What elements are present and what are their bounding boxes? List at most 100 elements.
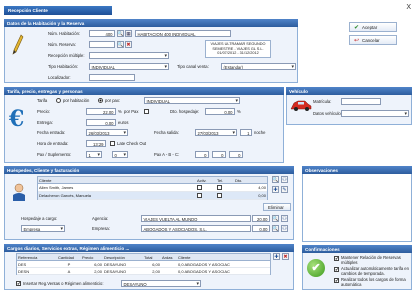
table-row[interactable]: Allen Smith, James 4,00 — [38, 184, 267, 192]
per-pax-checkbox[interactable] — [144, 109, 149, 114]
per-person-label: por pax: — [105, 98, 121, 103]
room-grid-icon[interactable]: ▦ — [125, 30, 132, 37]
plate-input[interactable] — [341, 98, 381, 105]
deposit-input[interactable]: 0,00 — [86, 119, 116, 126]
col-quantity: Cantidad — [58, 254, 75, 260]
insert-charges-checkbox[interactable] — [16, 281, 21, 286]
per-room-radio[interactable] — [56, 98, 61, 103]
col-description: Descripción — [104, 254, 125, 260]
insert-charges-select[interactable]: DESAYUNO — [121, 280, 201, 287]
search-company-icon[interactable]: 🔍 — [272, 225, 279, 232]
nights-input[interactable]: 1 — [240, 129, 252, 136]
pax-select[interactable]: 1 — [86, 151, 102, 158]
guests-table: Cliente Activ. Tel. Dto. Allen Smith, Ja… — [37, 176, 268, 200]
auto-charges-label: Realizar todos los cargos de forma autom… — [341, 277, 406, 287]
pax-c-input[interactable]: 0 — [229, 151, 243, 158]
table-row[interactable]: DESN A 2,00 DESAYUNO 2,00 0,0 ABOGADOS Y… — [17, 268, 270, 275]
pax-b-input[interactable]: 0 — [212, 151, 226, 158]
phone-checkbox[interactable] — [217, 192, 222, 198]
guest-discount: 4,00 — [258, 184, 266, 190]
locator-input[interactable] — [89, 74, 135, 81]
clear-icon[interactable]: ✖ — [125, 41, 132, 48]
vehicle-data-select[interactable] — [341, 110, 409, 117]
guest-to-label: Hospedaje a cargo: — [21, 216, 58, 221]
charge-ref: DESN — [18, 268, 30, 274]
discount-percent: % — [237, 109, 241, 114]
charge-qty: A — [67, 268, 71, 274]
search-icon[interactable]: 🔍 — [117, 30, 124, 37]
per-person-radio[interactable] — [98, 98, 103, 103]
delete-guest-button[interactable]: Eliminar — [263, 203, 291, 211]
pax-a-input[interactable]: 0 — [195, 151, 209, 158]
binoculars-icon[interactable]: ⚇ — [281, 176, 288, 183]
pen-icon — [12, 34, 24, 56]
note-line-3: 01/07/2012 - 31/12/2012 — [217, 51, 259, 55]
company-label: Empresa: — [92, 226, 110, 231]
keep-multi-checkbox[interactable] — [334, 256, 339, 261]
room-type-select[interactable]: INDIVIDUAL — [89, 63, 169, 70]
activity-checkbox[interactable] — [197, 184, 202, 190]
room-no-input[interactable]: 400 — [89, 30, 115, 37]
supplement-select[interactable]: 0 — [112, 151, 128, 158]
pax-abc-label: Pax A - B - C: — [154, 152, 180, 157]
channel-type-select[interactable]: (Estandar) — [221, 63, 296, 70]
add-charge-icon[interactable]: ✚ — [273, 253, 280, 260]
agency-field: VIAJES VUELTA AL MUNDO — [141, 215, 251, 222]
update-rate-checkbox[interactable] — [334, 267, 339, 272]
reservation-label: Núm. Reserva: — [48, 42, 76, 47]
col-total: Total — [144, 254, 153, 260]
room-type-label: Tipo Habitación: — [48, 64, 79, 69]
multi-reception-select[interactable] — [89, 52, 169, 59]
company-binoculars-icon[interactable]: ⚇ — [281, 225, 288, 232]
entry-time-label: Hora de entrada: — [37, 141, 69, 146]
phone-checkbox[interactable] — [217, 184, 222, 190]
guest-to-select[interactable]: Empresa — [21, 225, 65, 232]
charge-price: 2,00 — [94, 268, 102, 274]
col-activity: Activ. — [197, 177, 207, 183]
room-desc-field: HABITACION 400 INDIVIDUAL — [135, 30, 231, 37]
table-row[interactable]: Delacheron Garcés, Manuela 0,00 — [38, 192, 267, 200]
settings-section-header: Confirmaciones — [302, 245, 412, 253]
exit-date-label: Fecha salida: — [154, 130, 179, 135]
entry-time-input[interactable]: 13:29 — [86, 140, 106, 147]
guest-discount: 0,00 — [258, 192, 266, 198]
rate-select[interactable]: INDIVIDUAL — [144, 97, 240, 104]
reservation-note: VIAJES ULTRAMAR SEGUNDO SEMESTRE - VIAJE… — [205, 40, 271, 58]
late-checkout-checkbox[interactable] — [110, 141, 115, 146]
col-price: Precio — [82, 254, 94, 260]
discount-input[interactable]: 0,00 — [205, 108, 235, 115]
add-guest-icon[interactable]: ✚ — [272, 186, 279, 193]
auto-charges-checkbox[interactable] — [334, 278, 339, 283]
delete-charge-icon[interactable]: ✖ — [282, 253, 289, 260]
cancel-icon: ↩ — [354, 37, 360, 44]
charge-client: 0,0 ABOGADOS Y ASOCIAC — [178, 268, 230, 274]
search-guest-icon[interactable]: 🔍 — [272, 176, 279, 183]
charge-ref: DES — [18, 261, 27, 267]
col-client: Cliente — [178, 254, 191, 260]
vehicle-data-label: Datos vehículo: — [313, 111, 342, 116]
price-percent: % — [118, 109, 122, 114]
car-icon — [290, 98, 312, 112]
pax-label: Pax / Suplemento: — [37, 152, 72, 157]
company-pct[interactable]: 0,00 — [252, 225, 270, 232]
entry-date-input[interactable]: 26/03/2013 — [86, 129, 128, 136]
agency-label: Agencia: — [92, 216, 109, 221]
edit-guest-icon[interactable]: ✎ — [281, 186, 288, 193]
observations-panel[interactable] — [302, 166, 412, 242]
cancel-button[interactable]: ↩ Cancelar — [349, 35, 397, 45]
close-icon[interactable]: X — [406, 4, 411, 11]
agency-binoculars-icon[interactable]: ⚇ — [281, 215, 288, 222]
vehicle-section-header: Vehículo — [286, 87, 412, 95]
exit-date-input[interactable]: 27/03/2013 — [195, 129, 237, 136]
agency-pct[interactable]: 20,00 — [252, 215, 270, 222]
guest-name: Allen Smith, James — [39, 184, 74, 190]
activity-checkbox[interactable] — [197, 192, 202, 198]
search-agency-icon[interactable]: 🔍 — [272, 215, 279, 222]
accept-button[interactable]: ✔ Aceptar — [349, 22, 397, 32]
table-row[interactable]: DES P 6,00 DESAYUNO 6,00 0,0 ABOGADOS Y … — [17, 261, 270, 268]
price-input[interactable]: 22,00 — [86, 108, 116, 115]
charge-desc: DESAYUNO — [104, 261, 127, 267]
locator-label: Localizador: — [48, 75, 71, 80]
reservation-input[interactable] — [89, 41, 115, 48]
search-reservation-icon[interactable]: 🔍 — [117, 41, 124, 48]
